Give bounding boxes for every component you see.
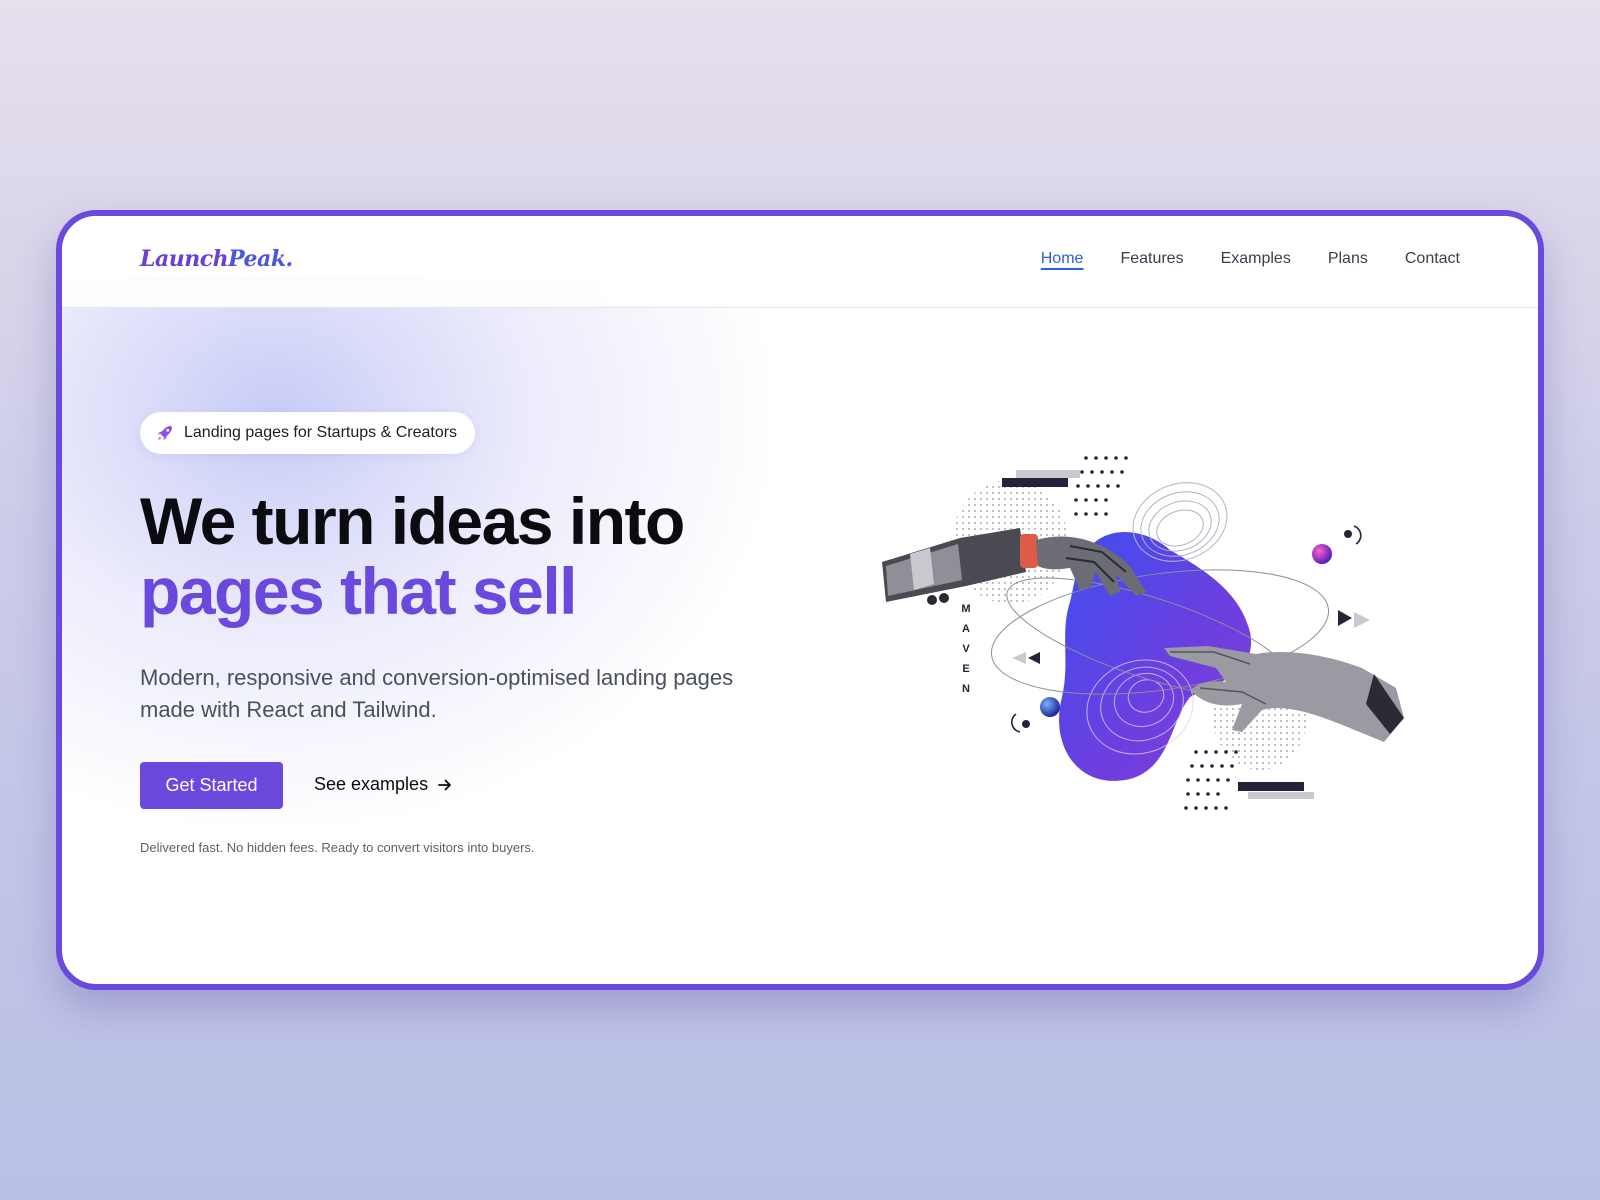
decor-bar-bottom-shadow	[1248, 792, 1314, 799]
see-examples-link[interactable]: See examples	[314, 774, 452, 795]
nav-plans[interactable]: Plans	[1328, 250, 1368, 268]
see-examples-label: See examples	[314, 774, 429, 794]
hero-headline: We turn ideas into pages that sell	[140, 484, 685, 628]
decor-bar-top	[1002, 478, 1068, 487]
nav-contact[interactable]: Contact	[1405, 250, 1460, 268]
triangle-left	[1028, 652, 1040, 664]
orbit-dot-bottom	[1022, 720, 1030, 728]
get-started-button[interactable]: Get Started	[140, 762, 283, 809]
nav-features[interactable]: Features	[1120, 250, 1183, 268]
triangle-right	[1338, 610, 1352, 626]
dot-grid-bottom	[1184, 750, 1238, 810]
hero-subtitle: Modern, responsive and conversion-optimi…	[140, 665, 734, 722]
hero-fine-print: Delivered fast. No hidden fees. Ready to…	[140, 840, 535, 855]
decor-bar-bottom	[1238, 782, 1304, 791]
planet-pink	[1312, 544, 1332, 564]
maven-letter-4: E	[962, 663, 969, 675]
top-nav: LaunchPeak. Home Features Examples Plans…	[62, 216, 1538, 308]
hero-badge: Landing pages for Startups & Creators	[140, 412, 476, 454]
maven-letter-1: M	[961, 603, 970, 615]
arrow-right-icon	[438, 779, 451, 790]
triangle-left-shadow	[1012, 652, 1026, 664]
dot-grid-top	[1074, 456, 1128, 516]
logo-text-peak: Peak.	[228, 246, 293, 272]
hero-badge-text: Landing pages for Startups & Creators	[184, 424, 458, 441]
planet-blue	[1040, 697, 1060, 717]
nav-examples[interactable]: Examples	[1221, 250, 1291, 268]
browser-frame: LaunchPeak. Home Features Examples Plans…	[56, 210, 1544, 990]
logo-text-launch: Launch	[140, 246, 229, 272]
maven-letter-2: A	[962, 623, 970, 635]
logo[interactable]: LaunchPeak.	[140, 246, 293, 272]
nav-links: Home Features Examples Plans Contact	[1041, 250, 1460, 268]
decor-bar-top-shadow	[1016, 470, 1080, 478]
maven-letter-3: V	[962, 643, 970, 655]
hero-headline-line2: pages that sell	[140, 554, 577, 628]
orbit-dot-top	[1344, 530, 1352, 538]
hero-illustration: M A V E N	[882, 456, 1404, 810]
rocket-icon	[157, 425, 173, 441]
maven-letter-5: N	[962, 683, 970, 695]
orbit-arc-bottom	[1011, 713, 1021, 733]
orbit-arc-top	[1353, 525, 1362, 545]
triangle-right-shadow	[1354, 612, 1370, 628]
hero-headline-line1: We turn ideas into	[140, 484, 685, 558]
maven-label: M A V E N	[961, 603, 970, 695]
nav-home[interactable]: Home	[1041, 250, 1084, 268]
